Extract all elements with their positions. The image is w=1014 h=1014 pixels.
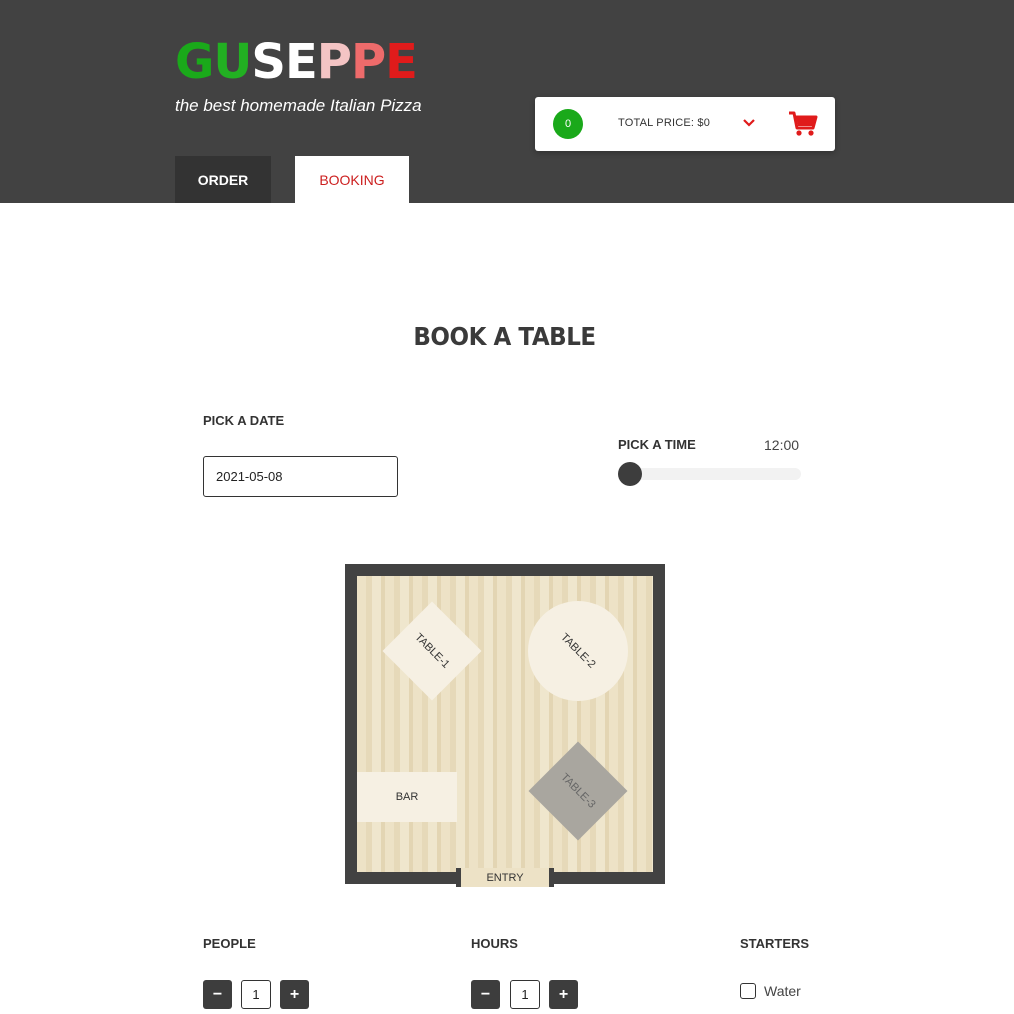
time-slider-thumb[interactable] xyxy=(618,462,642,486)
water-label[interactable]: Water xyxy=(764,983,801,999)
people-increment-button[interactable]: + xyxy=(280,980,309,1009)
time-value: 12:00 xyxy=(764,437,800,453)
people-decrement-button[interactable]: − xyxy=(203,980,232,1009)
people-label: PEOPLE xyxy=(203,936,256,951)
logo-letter: E xyxy=(284,34,318,90)
logo[interactable]: GUSEPPE xyxy=(175,34,418,90)
hours-increment-button[interactable]: + xyxy=(549,980,578,1009)
page-title: BOOK A TABLE xyxy=(413,322,596,351)
logo-letter: P xyxy=(350,34,386,90)
cart-count-badge: 0 xyxy=(553,109,583,139)
people-value[interactable]: 1 xyxy=(241,980,271,1009)
logo-letter: S xyxy=(251,34,286,90)
table-3-label: TABLE-3 xyxy=(558,771,598,811)
logo-letter: U xyxy=(213,34,252,90)
water-checkbox[interactable] xyxy=(740,983,756,999)
tab-booking[interactable]: BOOKING xyxy=(295,156,409,203)
table-1-label: TABLE-1 xyxy=(412,631,452,671)
date-label: PICK A DATE xyxy=(203,413,285,428)
starters-label: STARTERS xyxy=(740,936,810,951)
shopping-cart-icon[interactable] xyxy=(788,111,818,137)
table-2-label: TABLE-2 xyxy=(558,631,598,671)
hours-decrement-button[interactable]: − xyxy=(471,980,500,1009)
logo-letter: G xyxy=(175,34,214,90)
cart-total-price: TOTAL PRICE: $0 xyxy=(618,117,711,129)
hours-value[interactable]: 1 xyxy=(510,980,540,1009)
entry-label: ENTRY xyxy=(456,868,554,887)
floor-plan xyxy=(345,564,665,884)
hours-label: HOURS xyxy=(471,936,518,951)
table-2[interactable]: TABLE-2 xyxy=(528,601,628,701)
header: GUSEPPE the best homemade Italian Pizza … xyxy=(0,0,1014,203)
cart-summary[interactable]: 0 TOTAL PRICE: $0 xyxy=(535,97,835,151)
logo-letter: P xyxy=(316,34,352,90)
bar-area: BAR xyxy=(357,772,457,822)
logo-letter: E xyxy=(385,34,418,90)
time-slider-track[interactable] xyxy=(618,468,801,480)
chevron-down-icon[interactable] xyxy=(741,115,757,131)
tab-order[interactable]: ORDER xyxy=(175,156,271,203)
time-label: PICK A TIME xyxy=(618,437,696,452)
date-input[interactable] xyxy=(203,456,398,497)
tagline: the best homemade Italian Pizza xyxy=(175,96,422,115)
